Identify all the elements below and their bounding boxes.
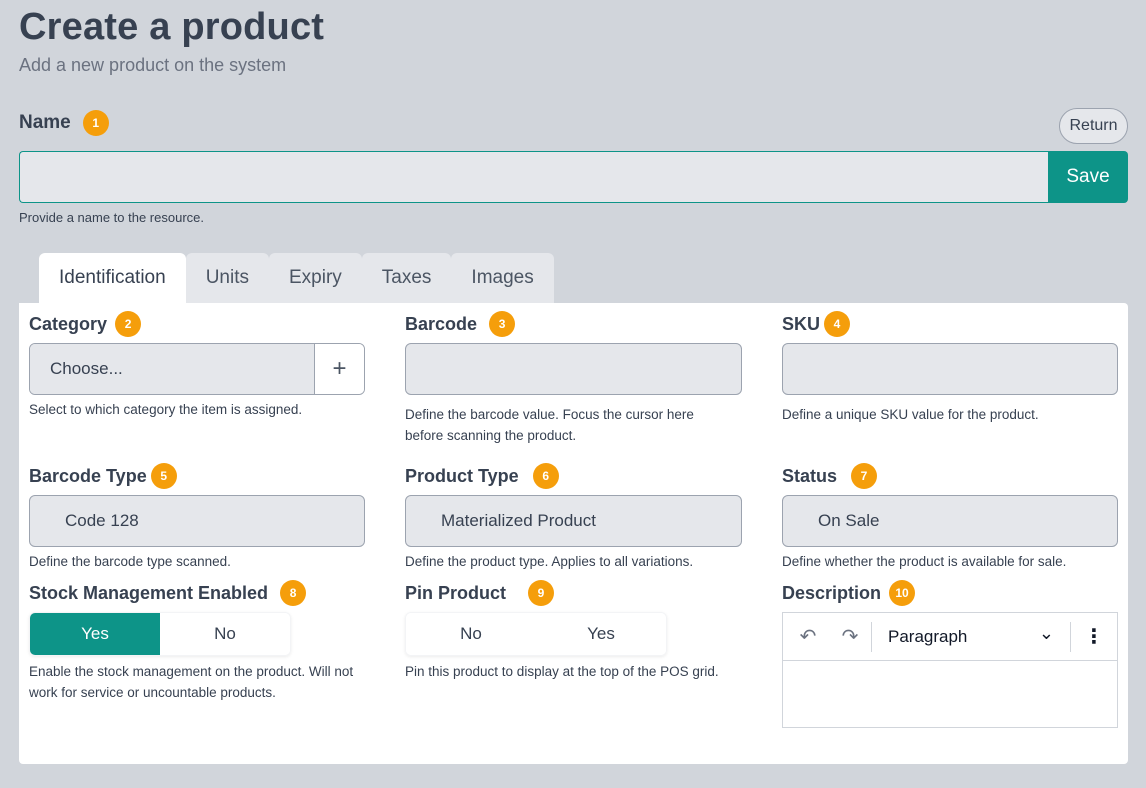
- description-label-text: Description: [782, 582, 882, 603]
- chevron-down-icon: ⌄: [1038, 623, 1054, 643]
- stock-management-no[interactable]: No: [160, 613, 290, 655]
- status-label: Status 7: [782, 463, 878, 489]
- pin-product-help: Pin this product to display at the top o…: [405, 664, 719, 679]
- sku-label-text: SKU: [782, 313, 821, 334]
- description-editor: ↶ ↷ Paragraph ⌄ ⋮: [782, 612, 1118, 728]
- category-label: Category 2: [29, 311, 142, 337]
- product-type-label: Product Type 6: [405, 463, 559, 489]
- description-label: Description 10: [782, 580, 916, 606]
- pin-product-badge: 9: [528, 580, 555, 606]
- name-badge: 1: [82, 110, 109, 136]
- barcode-badge: 3: [489, 311, 516, 337]
- status-badge: 7: [851, 463, 878, 489]
- page-title: Create a product: [19, 6, 325, 48]
- product-type-label-text: Product Type: [405, 465, 519, 486]
- name-label-text: Name: [19, 112, 71, 133]
- status-label-text: Status: [782, 465, 838, 486]
- page-subtitle: Add a new product on the system: [19, 55, 287, 75]
- sku-label: SKU 4: [782, 311, 851, 337]
- editor-toolbar: ↶ ↷ Paragraph ⌄ ⋮: [783, 613, 1117, 661]
- category-select: Choose... +: [29, 343, 365, 395]
- tab-images[interactable]: Images: [451, 253, 554, 303]
- tab-units[interactable]: Units: [185, 253, 269, 303]
- category-help: Select to which category the item is ass…: [29, 402, 303, 417]
- product-type-select[interactable]: Materialized Product: [405, 495, 742, 547]
- more-options-icon[interactable]: ⋮: [1071, 613, 1117, 661]
- stock-management-toggle: Yes No: [29, 612, 291, 656]
- pin-product-label: Pin Product 9: [405, 580, 555, 606]
- name-help: Provide a name to the resource.: [19, 210, 204, 225]
- name-label: Name 1: [19, 110, 109, 136]
- barcode-type-select[interactable]: Code 128: [29, 495, 365, 547]
- sku-input[interactable]: [782, 343, 1118, 395]
- pin-product-label-text: Pin Product: [405, 582, 507, 603]
- category-label-text: Category: [29, 313, 108, 334]
- paragraph-label: Paragraph: [888, 626, 968, 646]
- sku-help: Define a unique SKU value for the produc…: [782, 407, 1039, 422]
- barcode-label-text: Barcode: [405, 313, 478, 334]
- plus-icon[interactable]: +: [314, 344, 364, 394]
- barcode-type-help: Define the barcode type scanned.: [29, 554, 231, 569]
- identification-panel: Category 2 Choose... + Select to which c…: [19, 303, 1128, 764]
- description-content-area[interactable]: [783, 661, 1117, 727]
- stock-management-label: Stock Management Enabled 8: [29, 580, 307, 606]
- category-badge: 2: [115, 311, 142, 337]
- tab-bar: Identification Units Expiry Taxes Images: [39, 253, 554, 303]
- tab-taxes[interactable]: Taxes: [361, 253, 452, 303]
- tab-identification[interactable]: Identification: [39, 253, 186, 303]
- sku-badge: 4: [824, 311, 851, 337]
- barcode-type-label-text: Barcode Type: [29, 465, 147, 486]
- category-choose[interactable]: Choose...: [30, 344, 314, 394]
- name-row: Save: [19, 151, 1128, 203]
- barcode-input[interactable]: [405, 343, 742, 395]
- barcode-label: Barcode 3: [405, 311, 516, 337]
- barcode-help: Define the barcode value. Focus the curs…: [405, 407, 694, 443]
- stock-management-badge: 8: [280, 580, 307, 606]
- pin-product-toggle: No Yes: [405, 612, 667, 656]
- name-input[interactable]: [19, 151, 1048, 203]
- stock-management-yes[interactable]: Yes: [30, 613, 160, 655]
- tab-expiry[interactable]: Expiry: [268, 253, 362, 303]
- barcode-type-badge: 5: [150, 463, 177, 489]
- pin-product-yes[interactable]: Yes: [536, 613, 666, 655]
- product-type-badge: 6: [532, 463, 559, 489]
- stock-management-label-text: Stock Management Enabled: [29, 582, 269, 603]
- paragraph-dropdown[interactable]: Paragraph ⌄: [872, 613, 1070, 661]
- pin-product-no[interactable]: No: [406, 613, 536, 655]
- stock-management-help: Enable the stock management on the produ…: [29, 664, 354, 700]
- return-button[interactable]: Return: [1059, 108, 1128, 144]
- description-badge: 10: [889, 580, 916, 606]
- save-button[interactable]: Save: [1048, 151, 1128, 203]
- barcode-type-label: Barcode Type 5: [29, 463, 177, 489]
- undo-icon[interactable]: ↶: [787, 613, 829, 661]
- product-type-help: Define the product type. Applies to all …: [405, 554, 694, 569]
- status-select[interactable]: On Sale: [782, 495, 1118, 547]
- status-help: Define whether the product is available …: [782, 554, 1067, 569]
- redo-icon[interactable]: ↷: [829, 613, 871, 661]
